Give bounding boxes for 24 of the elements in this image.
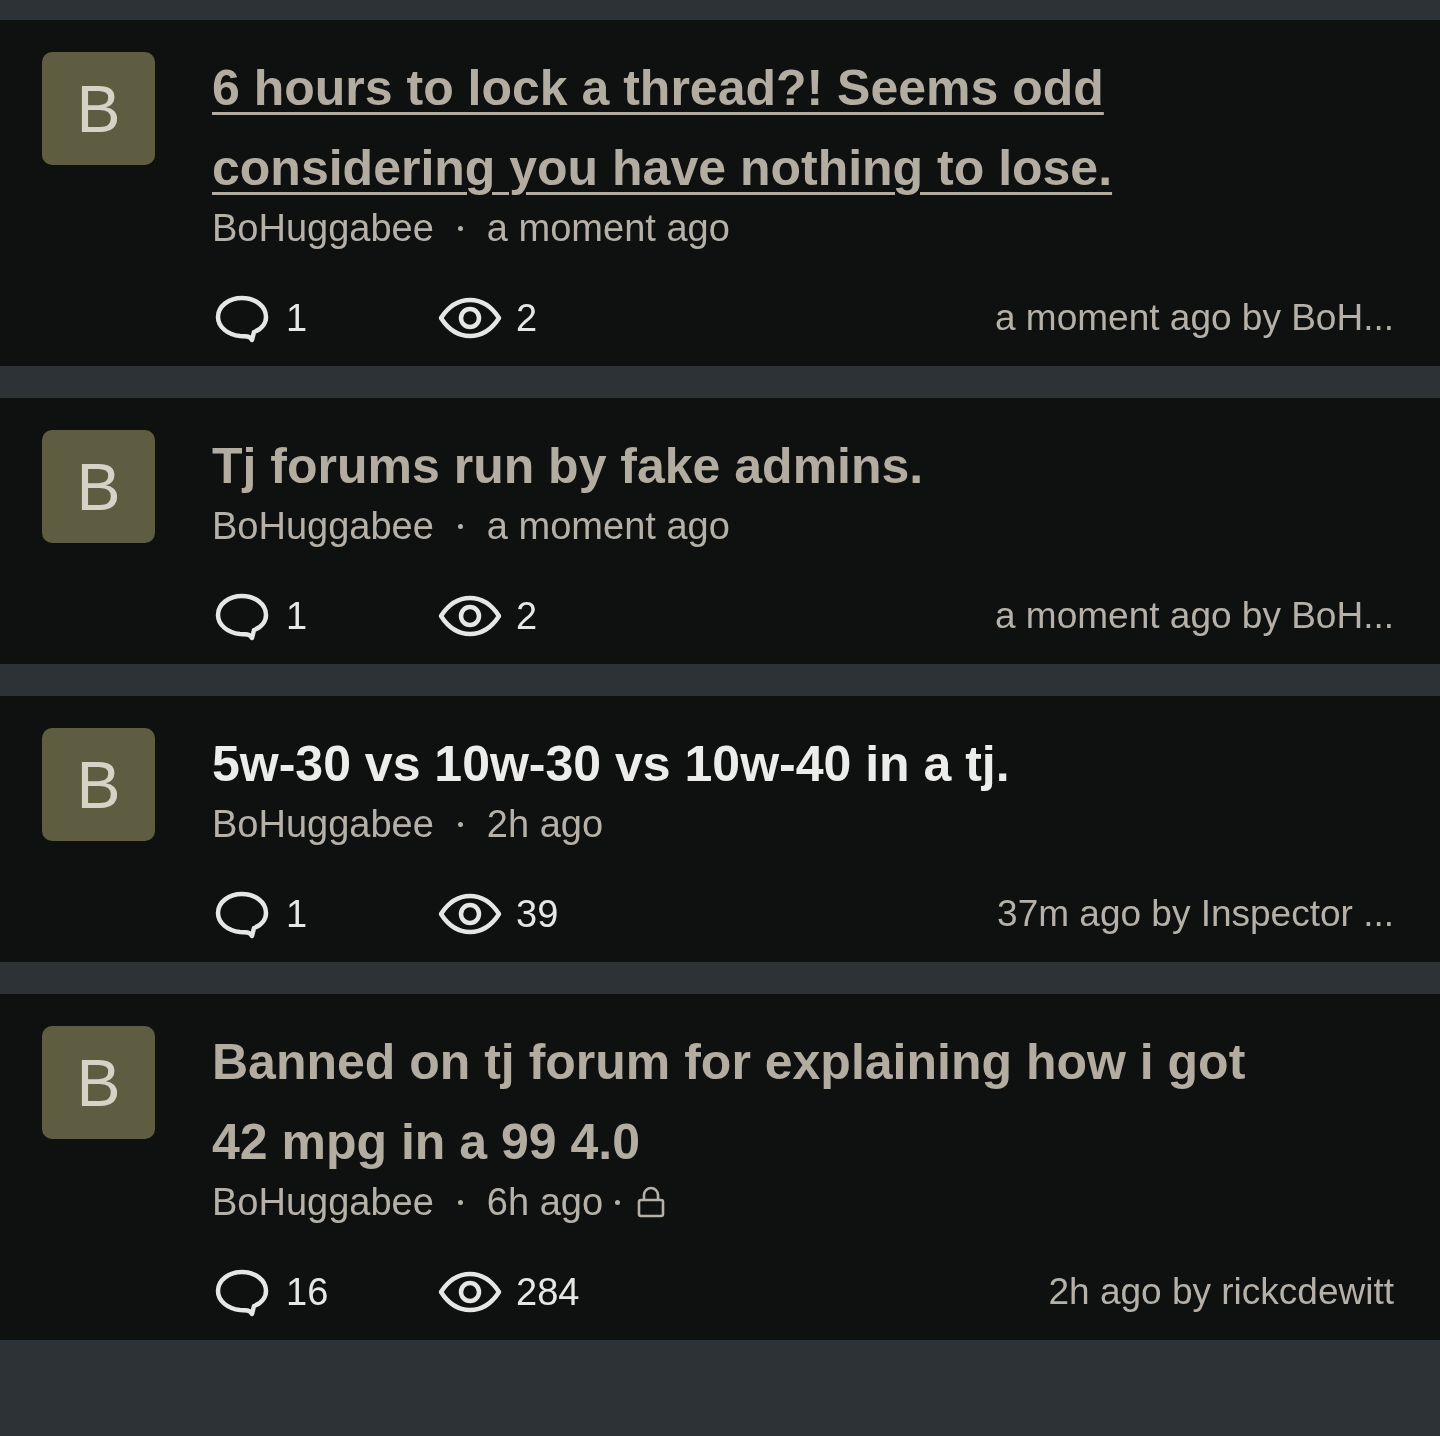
reply-count: 1 [286, 892, 308, 936]
reply-count: 1 [286, 296, 308, 340]
post-time: a moment ago [486, 504, 730, 549]
view-count: 2 [516, 594, 538, 638]
last-activity-link[interactable]: a moment ago by BoH... [995, 595, 1394, 637]
last-activity-link[interactable]: a moment ago by BoH... [995, 297, 1394, 339]
avatar[interactable]: B [42, 52, 155, 165]
view-count: 39 [516, 892, 559, 936]
view-count: 2 [516, 296, 538, 340]
eye-icon [438, 1270, 502, 1314]
view-count: 284 [516, 1270, 580, 1314]
last-activity-link[interactable]: 2h ago by rickcdewitt [1048, 1271, 1394, 1313]
reply-count: 1 [286, 594, 308, 638]
post-time: 2h ago [486, 802, 604, 847]
avatar[interactable]: B [42, 430, 155, 543]
avatar[interactable]: B [42, 1026, 155, 1139]
post-time: 6h ago [486, 1180, 604, 1225]
last-activity-link[interactable]: 37m ago by Inspector ... [997, 893, 1394, 935]
avatar[interactable]: B [42, 728, 155, 841]
eye-icon [438, 892, 502, 936]
eye-icon [438, 594, 502, 638]
reply-count: 16 [286, 1270, 329, 1314]
post-time: a moment ago [486, 206, 730, 251]
eye-icon [438, 296, 502, 340]
